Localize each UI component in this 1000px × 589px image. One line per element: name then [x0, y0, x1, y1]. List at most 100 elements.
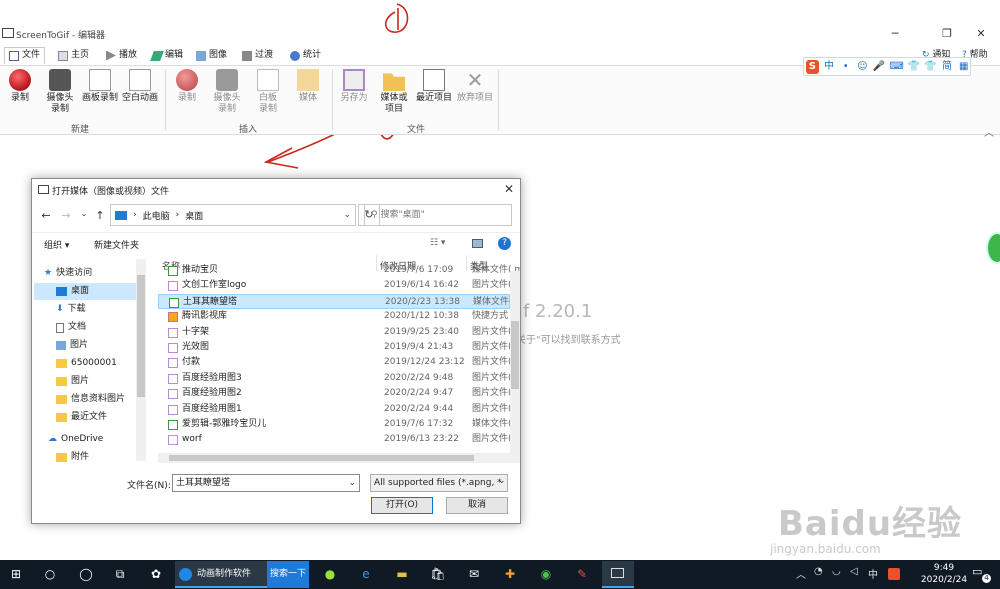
help-icon[interactable]: ?: [498, 237, 511, 250]
back-button[interactable]: ←: [38, 209, 54, 223]
punct-icon[interactable]: •: [839, 60, 852, 74]
file-scrollbar-thumb[interactable]: [511, 321, 519, 389]
open-button[interactable]: 打开(O): [371, 497, 433, 514]
ime-mode-icon[interactable]: 中: [823, 60, 836, 74]
new-board-record-button[interactable]: 画板录制: [80, 69, 120, 104]
file-row[interactable]: 文创工作室logo2019/6/14 16:42图片文件(.jpg): [158, 278, 520, 293]
nav-scrollbar-thumb[interactable]: [137, 275, 145, 397]
tray-ime-indicator[interactable]: 中: [868, 566, 878, 581]
tab-play[interactable]: 播放: [102, 47, 141, 64]
recent-projects-button[interactable]: 最近项目: [414, 69, 454, 104]
file-row[interactable]: 光效图2019/9/4 21:43图片文件(.jpg): [158, 340, 520, 355]
taskbar-app-animation[interactable]: 动画制作软件: [175, 561, 267, 588]
address-bar[interactable]: › 此电脑 › 桌面 ⌄: [110, 204, 356, 226]
paint-app-icon[interactable]: ✎: [572, 565, 592, 583]
tab-file[interactable]: 文件: [4, 47, 46, 64]
horizontal-scrollbar-thumb[interactable]: [169, 455, 474, 461]
view-options-icon[interactable]: ☷ ▾: [430, 238, 445, 248]
nav-folder-pictures[interactable]: 图片: [34, 373, 146, 390]
tray-wifi-icon[interactable]: ◡: [832, 566, 841, 577]
recent-locations-button[interactable]: ⌄: [76, 209, 92, 223]
open-media-project-button[interactable]: 媒体或 项目: [374, 69, 414, 115]
up-button[interactable]: ↑: [92, 209, 108, 223]
breadcrumb-this-pc[interactable]: 此电脑: [143, 209, 170, 222]
forward-button[interactable]: →: [58, 209, 74, 223]
store-icon[interactable]: 🛍: [428, 565, 448, 583]
nav-folder-info-pictures[interactable]: 信息资料图片: [34, 391, 146, 408]
pinwheel-app-icon[interactable]: ✿: [146, 565, 166, 583]
collapse-ribbon-icon[interactable]: ︿: [984, 124, 994, 139]
filename-input[interactable]: 土耳其瞭望塔 ⌄: [172, 474, 360, 492]
grid-icon[interactable]: ▦: [957, 60, 970, 74]
tray-network-icon[interactable]: ◔: [814, 566, 823, 577]
file-row[interactable]: 爱剪辑-郭雅玲宝贝儿2019/7/6 17:32媒体文件(.mp4): [158, 417, 520, 432]
insert-record-button[interactable]: 录制: [167, 69, 207, 104]
taskbar-screentogif-app[interactable]: [602, 561, 634, 588]
emoji-icon[interactable]: ☺: [856, 60, 869, 74]
tab-image[interactable]: 图像: [192, 47, 231, 64]
taskbar-search-button[interactable]: 搜索一下: [267, 561, 309, 588]
cancel-button[interactable]: 取消: [446, 497, 508, 514]
search-input[interactable]: ⚲ 搜索"桌面": [364, 204, 512, 226]
new-camera-record-button[interactable]: 摄像头 录制: [40, 69, 80, 115]
tray-sogou-icon[interactable]: [888, 568, 900, 580]
edge-icon[interactable]: e: [356, 565, 376, 583]
insert-camera-record-button[interactable]: 摄像头 录制: [207, 69, 247, 115]
insert-board-record-button[interactable]: 白板 录制: [248, 69, 288, 115]
skin-icon[interactable]: 👕: [907, 60, 920, 74]
file-row[interactable]: 十字架2019/9/25 23:40图片文件(.jpg): [158, 325, 520, 340]
file-row[interactable]: 腾讯影视库 2020/1/12 10:38 快捷方式: [158, 309, 510, 324]
colorful-app-icon[interactable]: ✚: [500, 565, 520, 583]
nav-pictures[interactable]: 图片: [34, 337, 146, 354]
nav-folder-65000001[interactable]: 65000001: [34, 355, 146, 372]
task-view-icon[interactable]: ⧉: [110, 565, 130, 583]
tab-edit[interactable]: 编辑: [148, 47, 187, 64]
file-row[interactable]: 付款2019/12/24 23:12图片文件(.jpg): [158, 355, 520, 370]
file-row[interactable]: 土耳其瞭望塔2020/2/23 13:38媒体文件(.mp4): [158, 293, 520, 310]
tray-volume-icon[interactable]: ◁: [850, 566, 858, 577]
keyboard-icon[interactable]: ⌨: [889, 60, 903, 74]
green-app-icon[interactable]: ◉: [536, 565, 556, 583]
taskbar-clock[interactable]: 9:49 2020/2/24: [916, 562, 972, 586]
discard-project-button[interactable]: ✕ 放弃项目: [455, 69, 495, 104]
new-blank-animation-button[interactable]: 空白动画: [120, 69, 160, 104]
file-row[interactable]: 推动宝贝2019/7/6 17:09媒体文件(.mp4): [158, 263, 520, 278]
file-row[interactable]: worf2019/6/13 23:22图片文件(.jpg): [158, 432, 520, 447]
nav-documents[interactable]: 文档: [34, 319, 146, 336]
file-row[interactable]: 百度经验用图22020/2/24 9:47图片文件(.jpg): [158, 386, 520, 401]
nav-folder-attachments[interactable]: 附件: [34, 449, 146, 466]
filetype-select[interactable]: All supported files (*.apng, *: [370, 474, 508, 492]
nav-downloads[interactable]: ⬇ 下载: [34, 301, 146, 318]
start-button[interactable]: ⊞: [6, 565, 26, 583]
mic-icon[interactable]: 🎤: [873, 60, 886, 74]
sogou-logo-icon[interactable]: S: [806, 59, 819, 74]
preview-pane-icon[interactable]: [472, 239, 483, 248]
nav-folder-recent[interactable]: 最近文件: [34, 409, 146, 426]
shirt-icon[interactable]: 👕: [924, 60, 937, 74]
insert-media-button[interactable]: 媒体: [288, 69, 328, 104]
file-row[interactable]: 百度经验用图32020/2/24 9:48图片文件(.jpg): [158, 371, 520, 386]
nav-desktop[interactable]: 桌面: [34, 283, 146, 300]
save-as-button[interactable]: 另存为: [334, 69, 374, 104]
tab-transition[interactable]: 过渡: [238, 47, 277, 64]
tab-home[interactable]: 主页: [54, 47, 93, 64]
nav-onedrive[interactable]: ☁ OneDrive: [34, 431, 146, 448]
chevron-down-icon[interactable]: ⌄: [343, 210, 351, 220]
notification-center-icon[interactable]: ▭: [972, 565, 982, 578]
tab-statistics[interactable]: 统计: [286, 47, 325, 64]
new-folder-button[interactable]: 新建文件夹: [94, 238, 139, 251]
chevron-down-icon[interactable]: ⌄: [348, 475, 356, 491]
cortana-icon[interactable]: ◯: [76, 565, 96, 583]
organize-button[interactable]: 组织 ▾: [44, 238, 69, 251]
file-row[interactable]: 百度经验用图12020/2/24 9:44图片文件(.jpg): [158, 402, 520, 417]
dialog-close-button[interactable]: ✕: [504, 182, 514, 196]
file-explorer-icon[interactable]: ▬: [392, 565, 412, 583]
breadcrumb-desktop[interactable]: 桌面: [185, 209, 203, 222]
mail-icon[interactable]: ✉: [464, 565, 484, 583]
simplified-icon[interactable]: 简: [941, 60, 954, 74]
search-icon[interactable]: ○: [40, 565, 60, 583]
tray-chevron-icon[interactable]: ︿: [796, 566, 806, 581]
game-app-icon[interactable]: ●: [320, 565, 340, 583]
nav-quick-access[interactable]: ★ 快速访问: [34, 265, 146, 282]
new-record-button[interactable]: 录制: [0, 69, 40, 104]
